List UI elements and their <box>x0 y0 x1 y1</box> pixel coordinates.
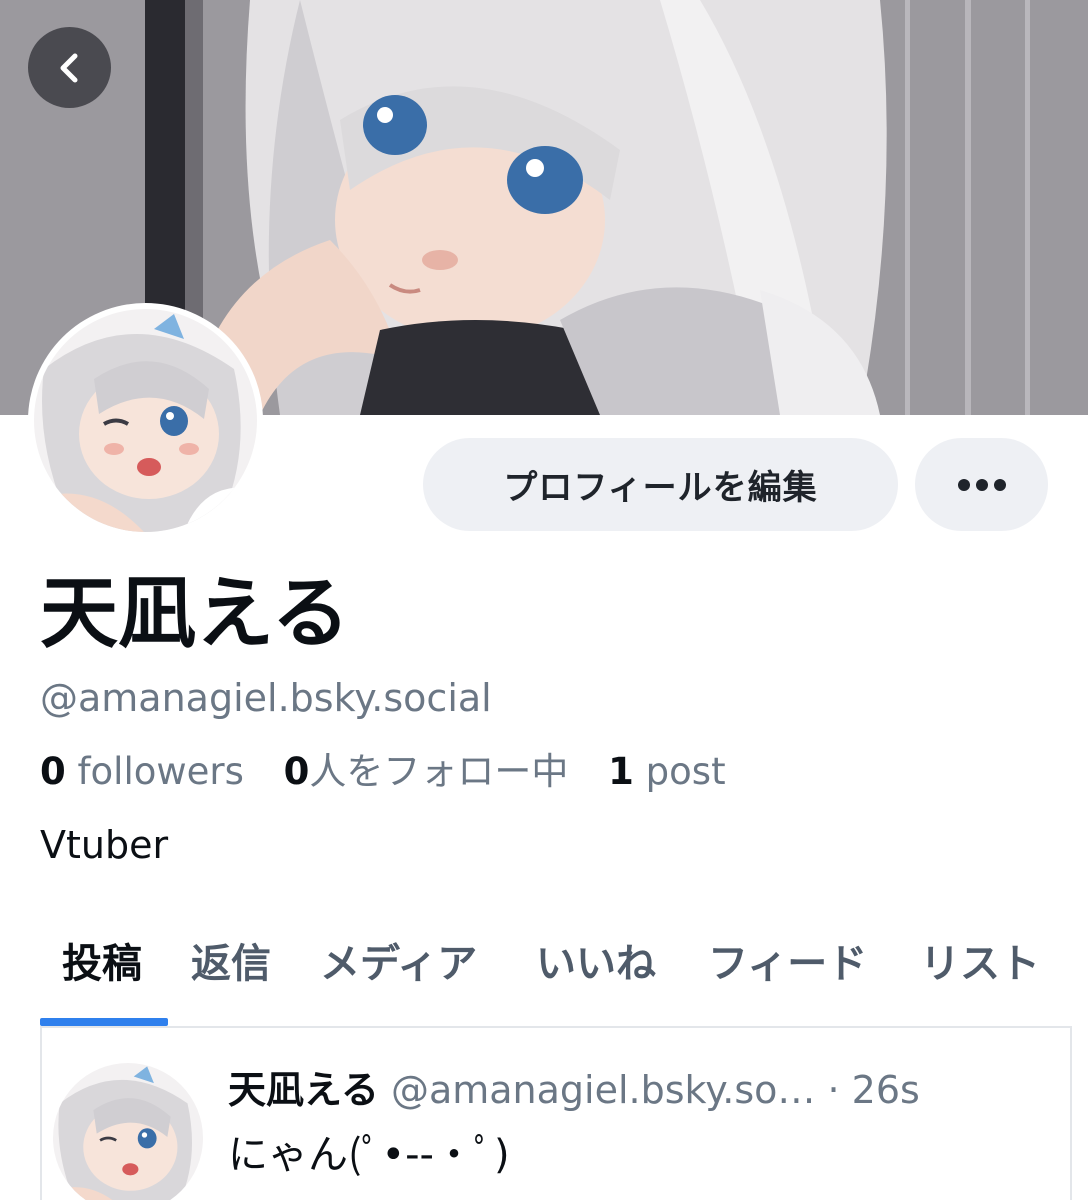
active-tab-indicator <box>40 1018 168 1026</box>
post-avatar-image <box>53 1063 203 1200</box>
profile-page: プロフィールを編集 天凪える @amanagiel.bsky.social 0 … <box>0 0 1088 1200</box>
profile-tabs: 投稿 返信 メディア いいね フィード リスト <box>0 930 1088 1026</box>
back-button[interactable] <box>28 27 111 108</box>
avatar-image <box>34 309 257 532</box>
following-label: 人をフォロー中 <box>309 750 569 793</box>
post-author-name[interactable]: 天凪える <box>228 1068 379 1112</box>
post-timestamp[interactable]: 26s <box>852 1068 920 1112</box>
post-text: にゃん(ﾟ•-‐•ﾟ) <box>228 1132 510 1178</box>
followers-label: followers <box>65 750 244 793</box>
chevron-left-icon <box>60 53 77 82</box>
profile-bio: Vtuber <box>40 823 169 867</box>
display-name: 天凪える <box>40 569 350 659</box>
followers-stat[interactable]: 0 followers <box>40 750 244 793</box>
post-separator: · <box>815 1068 852 1112</box>
ellipsis-icon <box>957 478 1006 491</box>
post-author-handle[interactable]: @amanagiel.bsky.so… <box>391 1068 815 1112</box>
following-stat[interactable]: 0人をフォロー中 <box>284 750 569 793</box>
profile-avatar[interactable] <box>28 303 263 538</box>
tab-replies[interactable]: 返信 <box>191 940 271 988</box>
tab-likes[interactable]: いいね <box>536 940 656 988</box>
post-header: 天凪える @amanagiel.bsky.so… · 26s <box>228 1068 920 1112</box>
tab-media[interactable]: メディア <box>320 940 477 988</box>
profile-stats: 0 followers 0人をフォロー中 1 post <box>40 750 754 793</box>
posts-count: 1 <box>608 750 634 793</box>
posts-stat: 1 post <box>608 750 725 793</box>
followers-count: 0 <box>40 750 66 793</box>
posts-label: post <box>633 750 726 793</box>
following-count: 0 <box>283 750 310 793</box>
edit-profile-button[interactable]: プロフィールを編集 <box>423 438 898 531</box>
tab-lists[interactable]: リスト <box>920 940 1040 988</box>
more-options-button[interactable] <box>915 438 1048 531</box>
profile-handle: @amanagiel.bsky.social <box>40 676 492 720</box>
tab-feeds[interactable]: フィード <box>708 940 867 988</box>
tab-posts[interactable]: 投稿 <box>62 940 142 988</box>
post-author-avatar[interactable] <box>53 1063 203 1200</box>
